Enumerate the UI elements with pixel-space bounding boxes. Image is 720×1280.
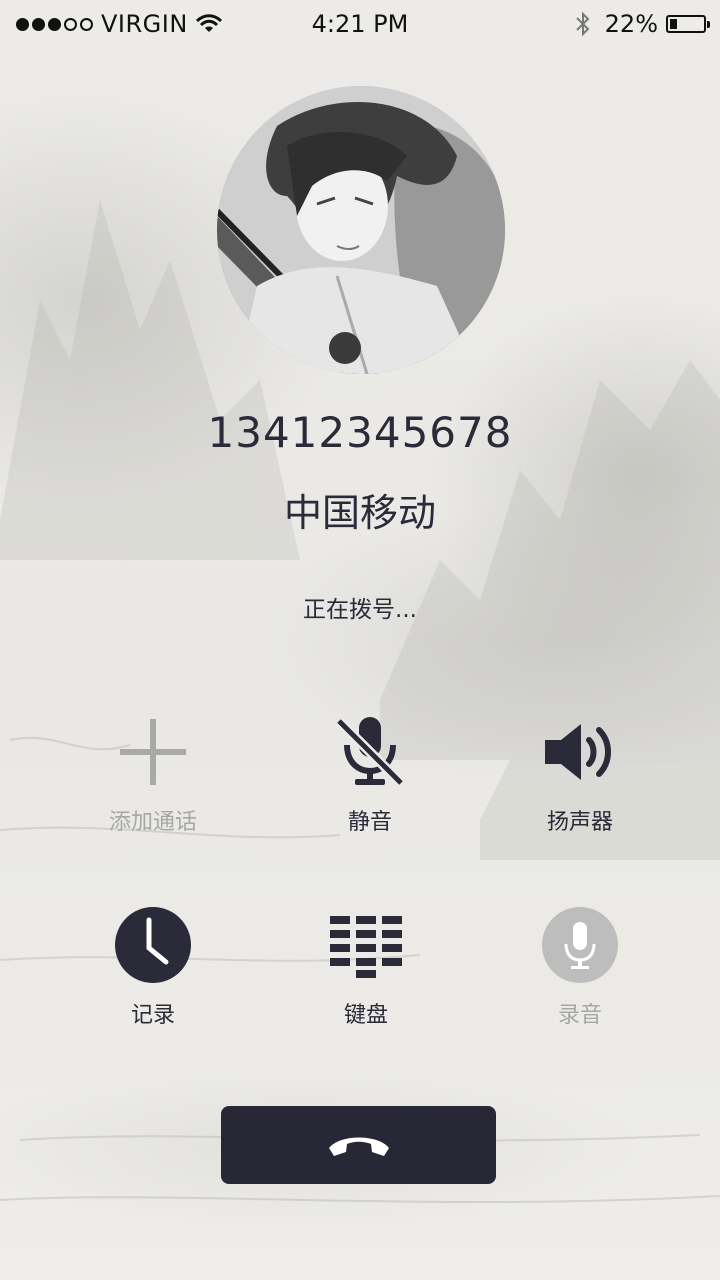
record-label: 录音 <box>557 1003 602 1028</box>
keypad-icon <box>330 916 402 978</box>
speaker-button[interactable]: 扬声器 <box>490 712 670 836</box>
keypad-label: 键盘 <box>343 1003 388 1028</box>
call-screen: VIRGIN 4:21 PM 22% 13412345678 中国移动 正在拨号… <box>0 0 720 1280</box>
keypad-button[interactable]: 键盘 <box>276 905 456 1029</box>
status-bar: VIRGIN 4:21 PM 22% <box>0 0 720 50</box>
contact-avatar <box>217 86 505 374</box>
mute-mic-icon <box>335 717 405 787</box>
contact-avatar-portrait-icon <box>217 86 505 374</box>
end-call-button[interactable] <box>221 1106 496 1184</box>
bluetooth-icon <box>575 11 590 37</box>
clock-icon <box>115 907 191 983</box>
add-call-label: 添加通话 <box>108 810 197 835</box>
add-call-button[interactable]: 添加通话 <box>63 712 243 836</box>
battery-percent: 22% <box>604 10 658 38</box>
mute-label: 静音 <box>347 810 392 835</box>
caller-carrier: 中国移动 <box>283 491 436 535</box>
speaker-icon <box>545 724 611 780</box>
call-log-button[interactable]: 记录 <box>63 905 243 1029</box>
mute-button[interactable]: 静音 <box>280 712 460 836</box>
add-call-icon <box>120 719 186 785</box>
record-mic-icon <box>542 907 618 983</box>
call-log-label: 记录 <box>130 1003 175 1028</box>
caller-phone-number: 13412345678 <box>207 408 513 457</box>
call-status-text: 正在拨号... <box>303 597 417 623</box>
speaker-label: 扬声器 <box>546 810 613 835</box>
hang-up-icon <box>328 1137 389 1156</box>
battery-icon <box>666 15 710 33</box>
record-button[interactable]: 录音 <box>490 905 670 1029</box>
